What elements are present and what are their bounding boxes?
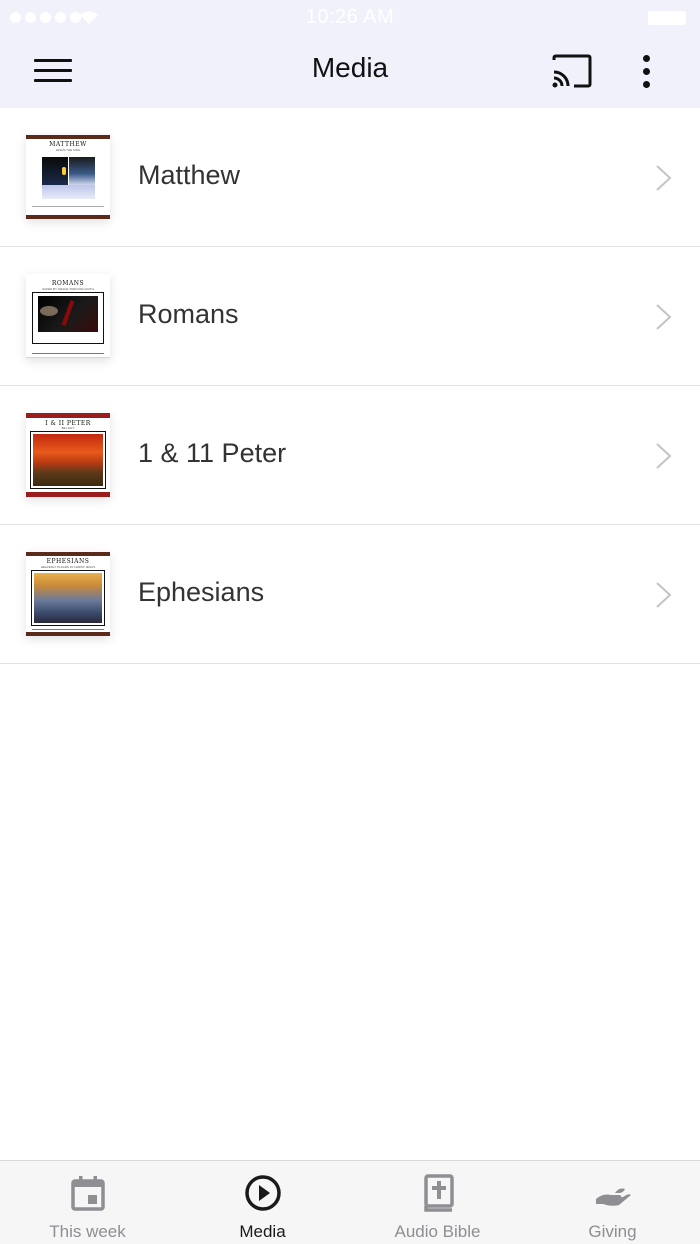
cover-thumbnail: ROMANS SAVED BY GRACE THROUGH FAITH [26,274,110,358]
list-item[interactable]: MATTHEW JESUS THE KING Matthew [0,108,700,247]
tab-label: Media [239,1222,286,1241]
cast-icon [552,54,592,88]
list-item-label: Romans [138,299,239,329]
giving-hand-icon [596,1188,631,1206]
status-bar: 10:26 AM [0,0,700,36]
bible-icon [424,1174,454,1212]
cast-button[interactable] [548,50,596,94]
tab-audio-bible[interactable]: Audio Bible [350,1161,525,1244]
tab-label: Audio Bible [394,1222,481,1241]
cover-thumbnail: EPHESIANS HEAVENLY PLACES IN CHRIST JESU… [26,552,110,636]
chevron-right-icon [656,304,672,330]
list-item[interactable]: I & II PETER BE HOLY 1 & 11 Peter [0,386,700,525]
tab-media[interactable]: Media [175,1161,350,1244]
media-list: MATTHEW JESUS THE KING Matthew ROMANS SA… [0,108,700,664]
list-item-label: Ephesians [138,577,265,607]
list-item[interactable]: EPHESIANS HEAVENLY PLACES IN CHRIST JESU… [0,525,700,664]
bottom-tab-bar: This week Media Audio Bible Giving [0,1160,700,1244]
tab-this-week[interactable]: This week [0,1161,175,1244]
calendar-icon [71,1176,105,1211]
tab-label: Giving [588,1222,637,1241]
chevron-right-icon [656,165,672,191]
cover-thumbnail: MATTHEW JESUS THE KING [26,135,110,219]
status-time: 10:26 AM [305,6,395,28]
top-bar: 10:26 AM Media [0,0,700,108]
more-options-button[interactable] [628,48,664,96]
battery-icon [648,11,686,25]
list-item[interactable]: ROMANS SAVED BY GRACE THROUGH FAITH Roma… [0,247,700,386]
play-circle-icon [245,1175,281,1211]
tab-label: This week [49,1222,126,1241]
list-item-label: 1 & 11 Peter [138,438,287,468]
chevron-right-icon [656,582,672,608]
cover-thumbnail: I & II PETER BE HOLY [26,413,110,497]
list-item-label: Matthew [138,160,241,190]
tab-giving[interactable]: Giving [525,1161,700,1244]
chevron-right-icon [656,443,672,469]
